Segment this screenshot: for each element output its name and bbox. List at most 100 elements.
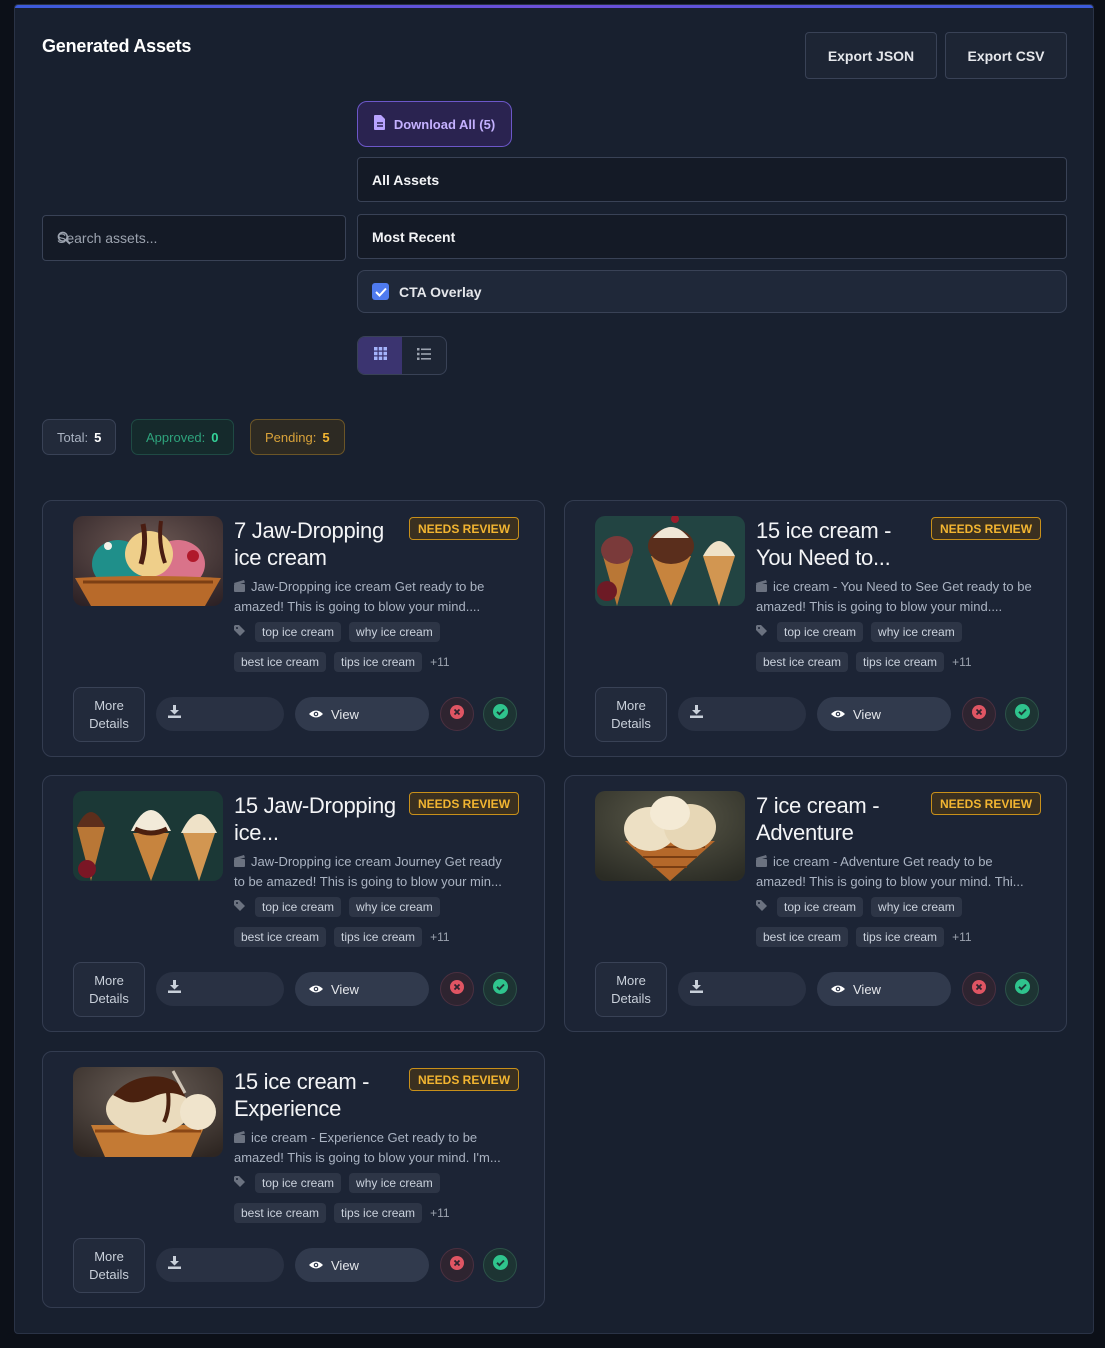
tag[interactable]: why ice cream — [871, 897, 962, 917]
asset-thumbnail[interactable] — [595, 516, 745, 606]
tag[interactable]: tips ice cream — [856, 927, 945, 947]
view-button[interactable]: View — [817, 972, 951, 1006]
reject-x-icon — [450, 1255, 464, 1275]
reject-button[interactable] — [962, 972, 996, 1006]
download-icon — [690, 980, 703, 998]
view-button[interactable]: View — [817, 697, 951, 731]
tag-row: best ice cream tips ice cream +11 — [756, 927, 972, 947]
stat-total: Total: 5 — [42, 419, 117, 455]
tag[interactable]: tips ice cream — [334, 652, 423, 672]
tag[interactable]: top ice cream — [777, 622, 864, 642]
checkbox-checked-icon[interactable] — [372, 283, 389, 300]
approve-button[interactable] — [1005, 972, 1039, 1006]
tag[interactable]: best ice cream — [234, 652, 327, 672]
grid-view-button[interactable] — [358, 337, 402, 374]
view-button[interactable]: View — [295, 697, 429, 731]
eye-icon — [309, 1258, 323, 1273]
status-badge: NEEDS REVIEW — [409, 517, 520, 540]
tag[interactable]: tips ice cream — [334, 927, 423, 947]
asset-thumbnail[interactable] — [73, 516, 223, 606]
list-icon — [417, 347, 431, 365]
approve-check-icon — [492, 1255, 508, 1275]
tag[interactable]: tips ice cream — [856, 652, 945, 672]
more-details-button[interactable]: More Details — [73, 687, 145, 742]
more-tags-count: +11 — [430, 930, 450, 944]
film-icon — [756, 578, 767, 597]
view-button[interactable]: View — [295, 1248, 429, 1282]
asset-description-text: ice cream - You Need to See Get ready to… — [756, 579, 1032, 614]
search-field[interactable] — [42, 215, 346, 261]
download-icon — [168, 1256, 181, 1274]
tag[interactable]: top ice cream — [255, 897, 342, 917]
tag[interactable]: best ice cream — [234, 1203, 327, 1223]
reject-button[interactable] — [440, 697, 474, 731]
status-badge: NEEDS REVIEW — [931, 517, 1042, 540]
more-details-button[interactable]: More Details — [73, 962, 145, 1017]
download-button[interactable] — [678, 697, 806, 731]
download-all-button[interactable]: Download All (5) — [357, 101, 512, 147]
tag[interactable]: top ice cream — [255, 622, 342, 642]
more-details-button[interactable]: More Details — [595, 962, 667, 1017]
tag[interactable]: why ice cream — [871, 622, 962, 642]
cta-overlay-label: CTA Overlay — [399, 283, 482, 300]
asset-description: ice cream - Experience Get ready to be a… — [234, 1128, 514, 1167]
tag-row: top ice cream why ice cream — [234, 1173, 440, 1193]
stat-approved: Approved: 0 — [131, 419, 234, 455]
view-button-label: View — [853, 706, 881, 722]
tag[interactable]: tips ice cream — [334, 1203, 423, 1223]
more-details-button[interactable]: More Details — [595, 687, 667, 742]
view-mode-toggle — [357, 336, 447, 375]
cta-overlay-toggle[interactable]: CTA Overlay — [357, 270, 1067, 313]
tag-row: best ice cream tips ice cream +11 — [234, 1203, 450, 1223]
download-button[interactable] — [678, 972, 806, 1006]
approve-button[interactable] — [483, 972, 517, 1006]
eye-icon — [309, 982, 323, 997]
download-button[interactable] — [156, 972, 284, 1006]
film-icon — [234, 853, 245, 872]
download-icon — [168, 705, 181, 723]
asset-thumbnail[interactable] — [595, 791, 745, 881]
tag[interactable]: top ice cream — [777, 897, 864, 917]
tag-row: best ice cream tips ice cream +11 — [756, 652, 972, 672]
filter-select[interactable]: All Assets — [357, 157, 1067, 202]
page-title: Generated Assets — [42, 36, 192, 56]
approve-button[interactable] — [483, 697, 517, 731]
tag[interactable]: top ice cream — [255, 1173, 342, 1193]
stat-approved-value: 0 — [211, 429, 219, 445]
asset-thumbnail[interactable] — [73, 1067, 223, 1157]
tag-icon — [234, 623, 247, 641]
reject-button[interactable] — [440, 972, 474, 1006]
tag[interactable]: why ice cream — [349, 622, 440, 642]
asset-thumbnail[interactable] — [73, 791, 223, 881]
tag-row: best ice cream tips ice cream +11 — [234, 927, 450, 947]
download-button[interactable] — [156, 1248, 284, 1282]
reject-button[interactable] — [962, 697, 996, 731]
asset-title: 15 Jaw-Dropping ice... — [234, 793, 396, 845]
export-csv-button[interactable]: Export CSV — [945, 32, 1067, 79]
more-tags-count: +11 — [952, 930, 972, 944]
asset-title: 7 Jaw-Dropping ice cream — [234, 518, 384, 570]
approve-button[interactable] — [1005, 697, 1039, 731]
export-json-button[interactable]: Export JSON — [805, 32, 937, 79]
view-button[interactable]: View — [295, 972, 429, 1006]
eye-icon — [831, 707, 845, 722]
status-badge: NEEDS REVIEW — [931, 792, 1042, 815]
tag-row: top ice cream why ice cream — [234, 897, 440, 917]
more-details-button[interactable]: More Details — [73, 1238, 145, 1293]
tag-row: best ice cream tips ice cream +11 — [234, 652, 450, 672]
download-button[interactable] — [156, 697, 284, 731]
approve-button[interactable] — [483, 1248, 517, 1282]
list-view-button[interactable] — [402, 337, 446, 374]
tag[interactable]: why ice cream — [349, 897, 440, 917]
tag-icon — [234, 1174, 247, 1192]
tag[interactable]: best ice cream — [234, 927, 327, 947]
search-input[interactable] — [57, 230, 317, 246]
asset-card: 7 Jaw-Dropping ice cream NEEDS REVIEW Ja… — [42, 500, 545, 757]
tag[interactable]: best ice cream — [756, 927, 849, 947]
sort-select[interactable]: Most Recent — [357, 214, 1067, 259]
reject-x-icon — [450, 979, 464, 999]
asset-description-text: Jaw-Dropping ice cream Get ready to be a… — [234, 579, 485, 614]
reject-button[interactable] — [440, 1248, 474, 1282]
tag[interactable]: best ice cream — [756, 652, 849, 672]
tag[interactable]: why ice cream — [349, 1173, 440, 1193]
